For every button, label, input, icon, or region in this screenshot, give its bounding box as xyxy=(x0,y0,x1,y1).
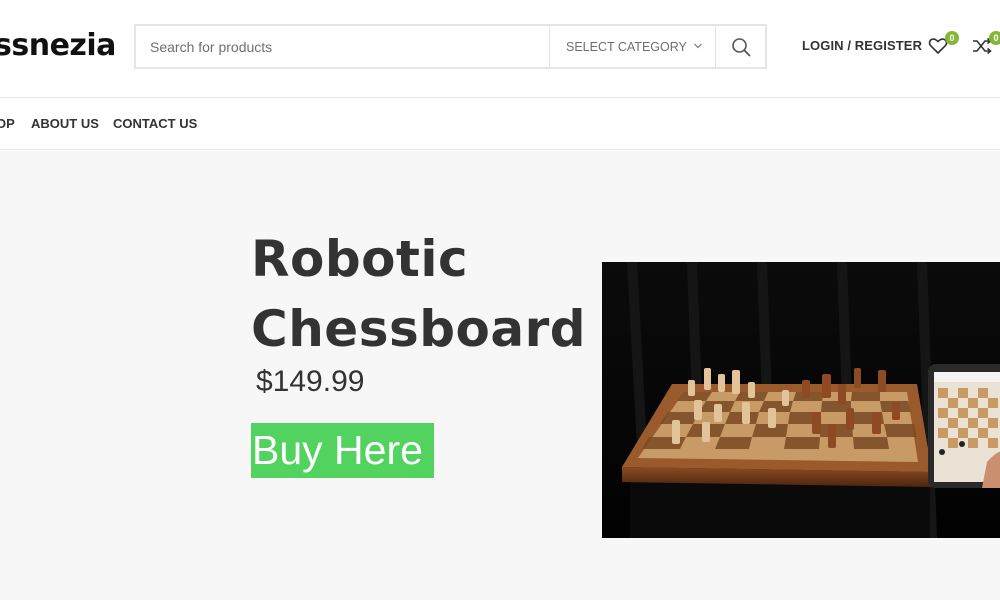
category-select-label: SELECT CATEGORY xyxy=(566,39,687,54)
nav-item-shop[interactable]: OP xyxy=(0,116,15,131)
login-register-link[interactable]: LOGIN / REGISTER xyxy=(802,38,922,53)
search-bar: SELECT CATEGORY xyxy=(134,24,767,69)
category-select[interactable]: SELECT CATEGORY xyxy=(549,26,717,67)
compare-count-badge: 0 xyxy=(989,31,1000,45)
site-logo[interactable]: ssnezia xyxy=(0,28,116,63)
product-title-line-1: Robotic xyxy=(251,230,469,288)
product-image xyxy=(602,262,1000,538)
hero-section: Robotic Chessboard $149.99 Buy Here xyxy=(0,151,1000,600)
site-header: ssnezia SELECT CATEGORY LOGIN / REGISTER… xyxy=(0,0,1000,98)
wishlist-button[interactable]: 0 xyxy=(928,31,959,58)
compare-button[interactable]: 0 xyxy=(972,31,1000,58)
chessboard-photo xyxy=(602,262,1000,538)
product-title-line-2: Chessboard xyxy=(251,300,587,358)
nav-item-about-us[interactable]: ABOUT US xyxy=(31,116,99,131)
wishlist-count-badge: 0 xyxy=(945,31,959,45)
chevron-down-icon xyxy=(694,43,702,49)
main-navigation: OP ABOUT US CONTACT US xyxy=(0,99,1000,150)
search-icon xyxy=(731,37,750,56)
search-input[interactable] xyxy=(136,26,548,67)
search-button[interactable] xyxy=(715,26,765,67)
buy-here-button[interactable]: Buy Here xyxy=(251,423,434,478)
nav-item-contact-us[interactable]: CONTACT US xyxy=(113,116,197,131)
product-title: Robotic Chessboard xyxy=(251,224,586,364)
product-price: $149.99 xyxy=(256,365,365,398)
